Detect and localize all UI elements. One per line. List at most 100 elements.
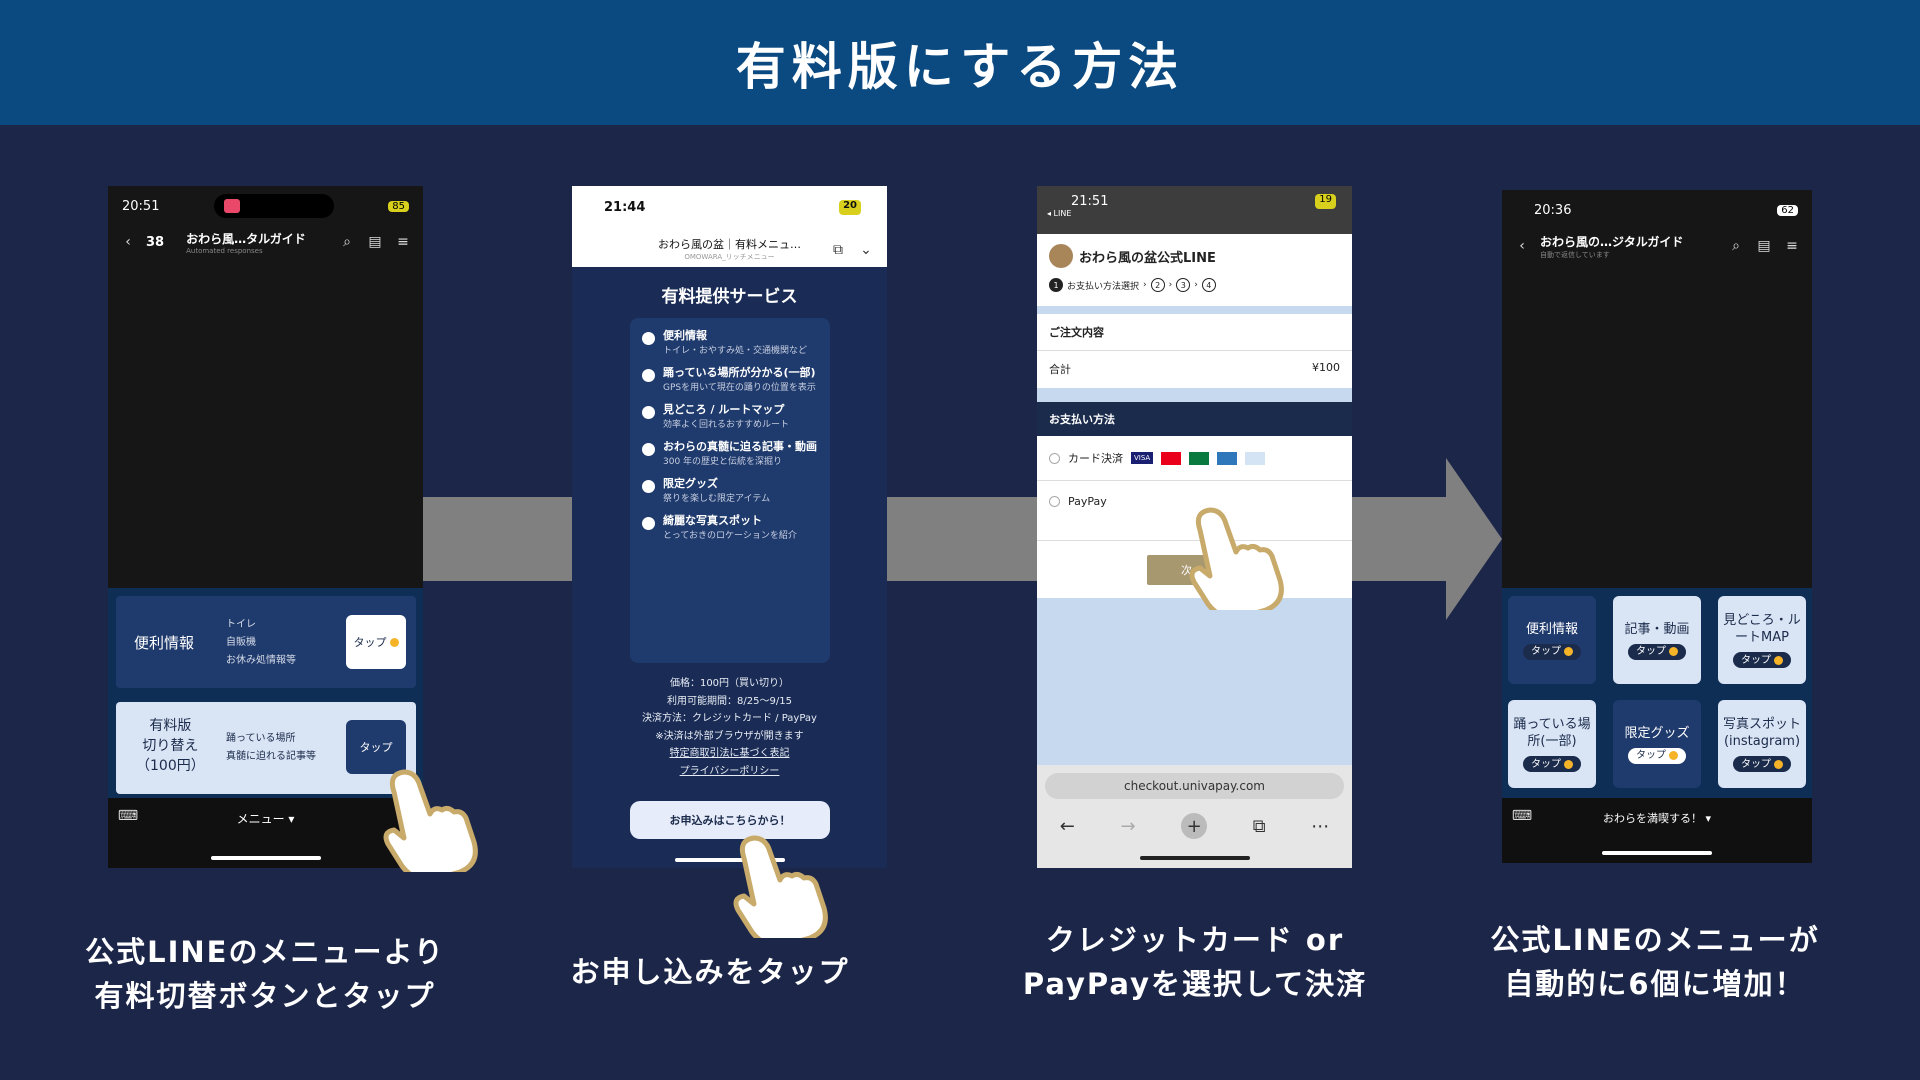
status-bar: 20:51 85: [108, 186, 423, 226]
diners-icon: [1245, 451, 1266, 465]
chat-subtitle: Automated responses: [186, 246, 263, 255]
tap-button[interactable]: タップ: [346, 615, 406, 669]
search-icon[interactable]: ⌕: [337, 232, 357, 252]
page-header: 有料版にする方法: [0, 0, 1920, 125]
tabs-icon[interactable]: ⧉: [1253, 816, 1266, 837]
total-value: ¥100: [1312, 361, 1340, 374]
caption-step3: クレジットカード or PayPayを選択して決済: [1000, 918, 1390, 1006]
order-summary: ご注文内容 合計 ¥100: [1037, 314, 1352, 388]
back-icon[interactable]: ←: [1060, 816, 1075, 837]
service-item: 便利情報 トイレ・おやすみ処・交通機関など: [642, 328, 818, 357]
pricing-info: 価格：100円（買い切り） 利用可能期間：8/25〜9/15 決済方法：クレジッ…: [572, 675, 887, 780]
chat-subtitle: 自動で返信しています: [1540, 250, 1610, 259]
notes-icon[interactable]: ▤: [365, 232, 385, 252]
tap-label: タップ: [359, 741, 393, 754]
card-option[interactable]: カード決済 VISA: [1037, 436, 1352, 481]
caption-step4: 公式LINEのメニューが 自動的に6個に増加！: [1455, 918, 1855, 1006]
page-title: 有料版にする方法: [735, 37, 1185, 96]
forward-icon[interactable]: →: [1120, 816, 1135, 837]
service-item: 踊っている場所が分かる(一部) GPSを用いて現在の踊りの位置を表示: [642, 365, 818, 394]
status-time: 20:51: [122, 198, 160, 214]
menu-icon[interactable]: ≡: [1782, 236, 1802, 256]
caption-step1: 公式LINEのメニューより 有料切替ボタンとタップ: [60, 930, 470, 1018]
chat-title: おわら風の…ジタルガイド: [1540, 234, 1684, 249]
tile-goods[interactable]: 限定グッズ タップ: [1613, 700, 1701, 788]
service-item: 綺麗な写真スポット とっておきのロケーションを紹介: [642, 513, 818, 542]
info-line: ※決済は外部ブラウザが開きます: [655, 730, 804, 742]
service-item: 見どころ / ルートマップ 効率よく回れるおすすめルート: [642, 402, 818, 431]
radio-icon[interactable]: [1049, 452, 1060, 464]
battery-badge: 62: [1777, 204, 1798, 216]
menu-card-upgrade[interactable]: 有料版 切り替え （100円） 踊っている場所 真髄に迫れる記事等 タップ: [116, 702, 416, 794]
home-indicator: [1602, 851, 1712, 855]
caption-line: お申し込みをタップ: [570, 955, 850, 989]
caption-step2: お申し込みをタップ: [520, 950, 900, 994]
radio-icon[interactable]: [1049, 496, 1060, 507]
card-line: お休み処情報等: [226, 655, 296, 666]
url-bar[interactable]: checkout.univapay.com: [1045, 773, 1344, 799]
caption-line: PayPayを選択して決済: [1022, 967, 1368, 1001]
mastercard-icon: [1161, 451, 1182, 465]
notes-icon[interactable]: ▤: [1754, 236, 1774, 256]
info-line: 決済方法：クレジットカード / PayPay: [642, 713, 817, 724]
back-count[interactable]: 38: [146, 235, 164, 250]
back-to-line[interactable]: ◂ LINE: [1037, 209, 1352, 218]
status-time: 21:51: [1071, 194, 1109, 209]
more-icon[interactable]: ⋯: [1311, 816, 1329, 837]
battery-badge: 19: [1315, 194, 1336, 209]
caption-line: 公式LINEのメニューが: [1490, 923, 1820, 957]
service-heading: 有料提供サービス: [661, 287, 798, 307]
amex-icon: [1217, 451, 1238, 465]
legal-link[interactable]: 特定商取引法に基づく表記: [572, 745, 887, 763]
dynamic-island: [213, 194, 334, 218]
info-line: 利用可能期間：8/25〜9/15: [667, 695, 792, 707]
card-line: 真髄に迫れる記事等: [226, 751, 316, 762]
card-line: 自販機: [226, 637, 256, 648]
pointing-hand-icon: [1189, 507, 1284, 610]
payment-heading: お支払い方法: [1037, 402, 1352, 436]
caption-line: クレジットカード or: [1045, 923, 1345, 957]
tile-articles[interactable]: 記事・動画 タップ: [1613, 596, 1701, 684]
menu-icon[interactable]: ≡: [393, 232, 413, 252]
card-line: トイレ: [226, 619, 256, 630]
status-time: 20:36: [1534, 202, 1572, 218]
coin-icon: [389, 637, 399, 647]
tile-photo-spots[interactable]: 写真スポット(instagram) タップ: [1718, 700, 1806, 788]
chat-menu-bar: ⌨ おわらを満喫する！ ▾: [1502, 798, 1812, 863]
card-title-line: （100円）: [136, 758, 205, 774]
status-bar: 21:51 19 ◂ LINE: [1037, 186, 1352, 234]
pointing-hand-icon: [383, 769, 478, 872]
tabs-icon[interactable]: ⧉: [828, 240, 848, 260]
service-list: 便利情報 トイレ・おやすみ処・交通機関など 踊っている場所が分かる(一部) GPSを…: [630, 318, 830, 663]
status-time: 21:44: [604, 200, 646, 215]
tile-benri[interactable]: 便利情報 タップ: [1508, 596, 1596, 684]
url-text: checkout.univapay.com: [1124, 779, 1265, 793]
search-icon[interactable]: ⌕: [1726, 236, 1746, 256]
privacy-link[interactable]: プライバシーポリシー: [572, 763, 887, 781]
menu-toggle[interactable]: おわらを満喫する！ ▾: [1502, 810, 1812, 826]
caption-line: 有料切替ボタンとタップ: [94, 979, 436, 1013]
rich-menu-6: 便利情報 タップ 記事・動画 タップ 見どころ・ルートMAP タップ 踊っている場所(…: [1502, 588, 1812, 798]
tile-route-map[interactable]: 見どころ・ルートMAP タップ: [1718, 596, 1806, 684]
browser-toolbar: checkout.univapay.com ← → + ⧉ ⋯: [1037, 765, 1352, 868]
flow-arrow-head: [1446, 458, 1502, 620]
phone-step2: 21:44 20 おわら風の盆｜有料メニュ… OMOWARA_リッチメニュー ⧉…: [572, 186, 887, 868]
home-indicator: [1139, 856, 1250, 860]
chevron-down-icon[interactable]: ⌄: [856, 240, 876, 260]
step-label: お支払い方法選択: [1067, 281, 1140, 292]
back-chevron-icon[interactable]: ‹: [1512, 236, 1532, 256]
tile-dancing-location[interactable]: 踊っている場所(一部) タップ: [1508, 700, 1596, 788]
new-tab-icon[interactable]: +: [1181, 813, 1208, 839]
caption-line: 公式LINEのメニューより: [85, 935, 445, 969]
phone-step4: 20:36 62 ‹ おわら風の…ジタルガイド 自動で返信しています ⌕ ▤ ≡…: [1502, 190, 1812, 863]
shop-name: おわら風の盆公式LINE: [1079, 250, 1216, 266]
browser-header: 21:44 20 おわら風の盆｜有料メニュ… OMOWARA_リッチメニュー ⧉…: [572, 186, 887, 267]
chat-title: おわら風…タルガイド: [186, 231, 306, 246]
card-option-label: カード決済: [1068, 452, 1123, 465]
back-chevron-icon[interactable]: ‹: [118, 232, 138, 252]
service-item: 限定グッズ 祭りを楽しむ限定アイテム: [642, 476, 818, 505]
menu-card-benri[interactable]: 便利情報 トイレ 自販機 お休み処情報等 タップ: [116, 596, 416, 688]
info-line: 価格：100円（買い切り）: [669, 678, 790, 689]
home-indicator: [210, 856, 321, 860]
checkout-steps: 1 お支払い方法選択 › 2 › 3 › 4: [1049, 278, 1340, 292]
